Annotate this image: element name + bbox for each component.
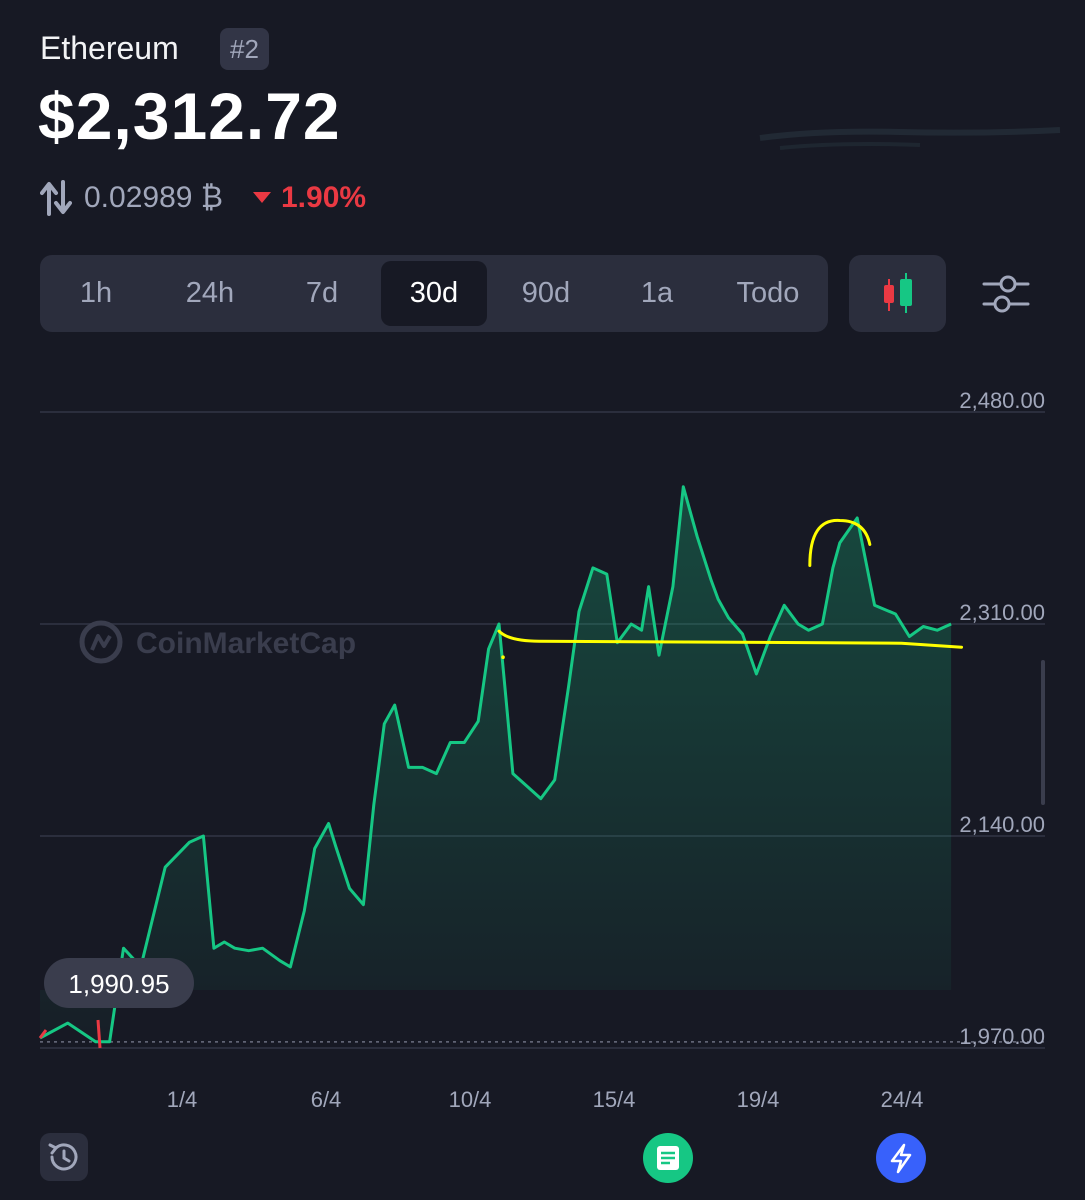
history-button[interactable] [40, 1133, 88, 1181]
range-1h[interactable]: 1h [46, 261, 146, 326]
x-tick-label: 19/4 [737, 1087, 780, 1112]
btc-price-row: 0.02989 ₿ 1.90% [40, 178, 366, 218]
history-icon [48, 1143, 78, 1171]
range-24h[interactable]: 24h [154, 261, 266, 326]
price-area-fill [40, 486, 952, 1042]
time-range-selector: 1h 24h 7d 30d 90d 1a Todo [40, 255, 828, 332]
chart-scroll-handle[interactable] [1041, 660, 1045, 805]
range-30d[interactable]: 30d [381, 261, 487, 326]
rank-badge: #2 [220, 28, 269, 70]
change-percent: 1.90% [280, 181, 367, 214]
down-triangle-icon [252, 192, 271, 203]
range-90d[interactable]: 90d [492, 261, 600, 326]
y-tick-label: 1,970.00 [959, 1024, 1045, 1049]
sliders-icon [982, 275, 1030, 313]
y-tick-label: 2,310.00 [959, 600, 1045, 625]
range-1a[interactable]: 1a [605, 261, 709, 326]
lightning-button[interactable] [876, 1133, 926, 1183]
coin-name: Ethereum [40, 30, 179, 66]
chart-settings-button[interactable] [978, 270, 1034, 318]
start-price-text: 1,990.95 [68, 969, 169, 999]
redacted-area [700, 60, 1070, 160]
x-tick-label: 6/4 [311, 1087, 342, 1112]
price-value: $2,312.72 [38, 79, 341, 153]
y-tick-label: 2,480.00 [959, 388, 1045, 413]
price-chart[interactable]: CoinMarketCap 2,480.00 2,310.00 2,140.00 1,… [0, 380, 1085, 1120]
annotation-dot [501, 655, 505, 659]
x-tick-label: 24/4 [881, 1087, 924, 1112]
range-todo[interactable]: Todo [712, 261, 824, 326]
x-tick-label: 1/4 [167, 1087, 198, 1112]
swap-arrows-icon[interactable] [40, 180, 72, 216]
candlestick-toggle-button[interactable] [849, 255, 946, 332]
watermark: CoinMarketCap [79, 620, 356, 664]
x-tick-label: 10/4 [449, 1087, 492, 1112]
watermark-text: CoinMarketCap [136, 627, 356, 660]
btc-value: 0.02989 ₿ [84, 181, 223, 214]
price-line-negative [96, 1019, 102, 1049]
start-price-label: 1,990.95 [44, 958, 194, 1008]
notes-button[interactable] [643, 1133, 693, 1183]
candlestick-icon [884, 273, 912, 313]
y-tick-label: 2,140.00 [959, 812, 1045, 837]
x-tick-label: 15/4 [593, 1087, 636, 1112]
range-7d[interactable]: 7d [270, 261, 374, 326]
